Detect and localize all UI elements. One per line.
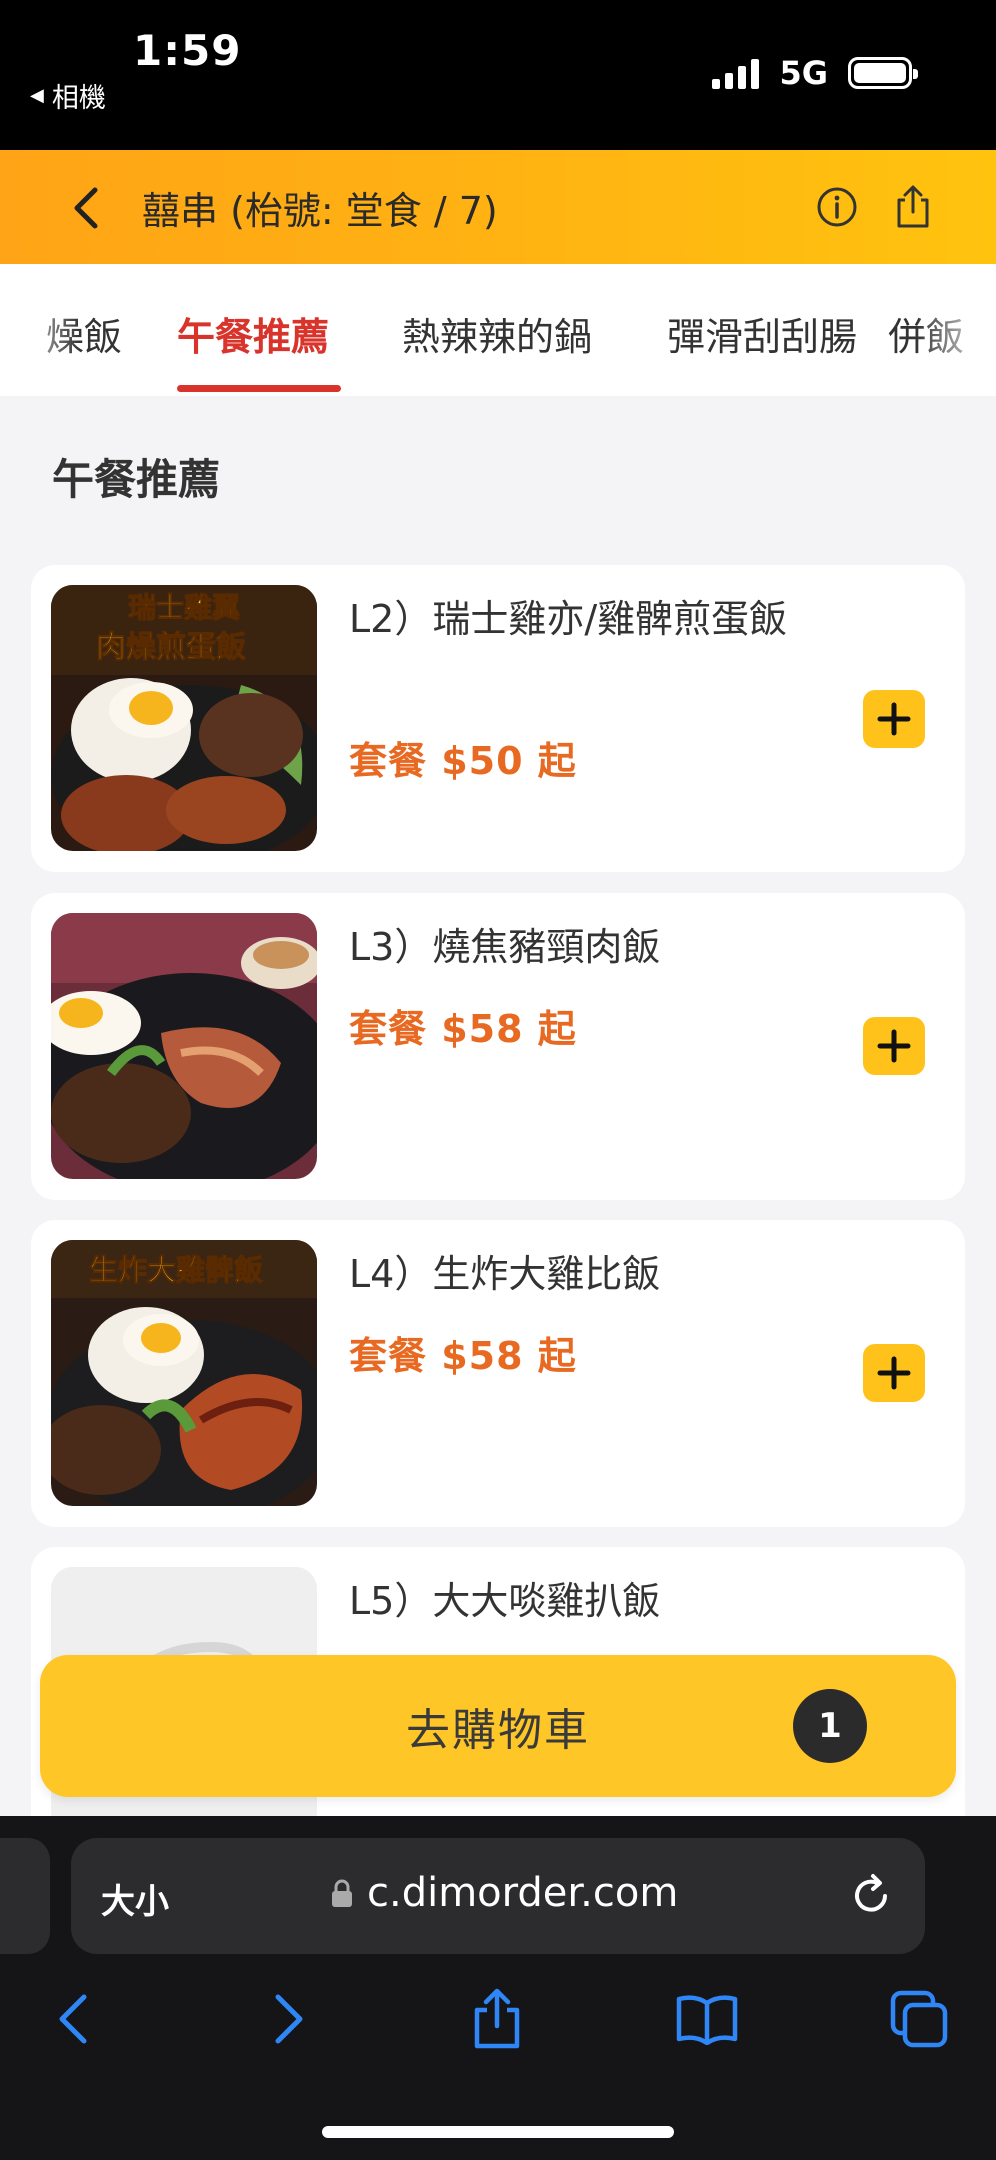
item-name: L3）燒焦豬頸肉飯 [349,925,661,969]
item-name: L5）大大啖雞扒飯 [349,1579,661,1623]
add-to-cart-button[interactable] [863,690,925,748]
battery-icon [848,57,918,89]
tab-lunch-recommend[interactable]: 午餐推薦 [177,306,329,361]
url-display[interactable]: c.dimorder.com [331,1870,678,1916]
menu-content: 午餐推薦 瑞士雞翼 肉燥煎蛋飯 L2）瑞士雞亦/雞髀煎蛋飯 套餐 $50 起 L… [0,396,996,1816]
plus-icon [877,1029,911,1063]
tab-hot-pot[interactable]: 熱辣辣的鍋 [402,306,592,361]
back-app-label: 相機 [51,83,106,114]
image-caption-1: 生炸大雞髀飯 [89,1253,263,1287]
info-icon [817,187,857,227]
back-to-app-link[interactable]: ◀ 相機 [30,76,106,115]
chevron-left-icon [59,1994,87,2044]
plus-icon [877,1356,911,1390]
add-to-cart-button[interactable] [863,1017,925,1075]
status-indicators: 5G [712,54,918,92]
tabs-button[interactable] [884,1984,954,2054]
page-title: 囍串 (枱號: 堂食 / 7) [142,189,498,233]
tabs-fade-left [0,264,80,396]
tab-intestine[interactable]: 彈滑刮刮腸 [667,306,857,361]
item-image-chicken-wing-rice: 瑞士雞翼 肉燥煎蛋飯 [51,585,317,851]
chevron-left-icon [74,187,98,229]
home-indicator [322,2126,674,2138]
book-icon [676,1995,738,2045]
item-image-pork-neck-rice [51,913,317,1179]
reload-icon[interactable] [847,1872,895,1920]
browser-forward-button[interactable] [254,1984,324,2054]
browser-chrome: 大小 c.dimorder.com [0,1816,996,2160]
app-header: 囍串 (枱號: 堂食 / 7) [0,150,996,264]
item-price: 套餐 $58 起 [349,1334,577,1378]
info-button[interactable] [810,180,864,234]
image-caption-2: 肉燥煎蛋飯 [96,630,246,665]
image-caption-1: 瑞士雞翼 [128,591,240,624]
category-tabs: 燥飯 午餐推薦 熱辣辣的鍋 彈滑刮刮腸 併飯 [0,264,996,396]
share-icon [897,185,929,228]
go-to-cart-button[interactable]: 去購物車 1 [40,1655,956,1797]
section-title: 午餐推薦 [52,455,221,504]
url-text: c.dimorder.com [367,1870,679,1916]
back-button[interactable] [56,178,116,238]
tabs-fade-right [916,264,996,396]
bookmarks-button[interactable] [672,1984,742,2054]
plus-icon [877,702,911,736]
item-price: 套餐 $58 起 [349,1007,577,1051]
cart-label: 去購物車 [406,1705,590,1756]
chevron-right-icon [275,1994,303,2044]
share-icon [474,1988,520,2049]
menu-item-card[interactable]: 瑞士雞翼 肉燥煎蛋飯 L2）瑞士雞亦/雞髀煎蛋飯 套餐 $50 起 [31,565,965,872]
lock-icon [332,1879,352,1907]
browser-share-button[interactable] [462,1984,532,2054]
item-name: L2）瑞士雞亦/雞髀煎蛋飯 [349,597,788,641]
browser-back-button[interactable] [38,1984,108,2054]
active-tab-indicator [177,385,341,392]
add-to-cart-button[interactable] [863,1344,925,1402]
item-image-fried-chicken-leg-rice: 生炸大雞髀飯 [51,1240,317,1506]
address-bar[interactable]: 大小 c.dimorder.com [71,1838,925,1954]
share-button[interactable] [886,180,940,234]
cart-count-badge: 1 [793,1689,867,1763]
cellular-signal-icon [712,57,760,89]
menu-item-card[interactable]: 生炸大雞髀飯 L4）生炸大雞比飯 套餐 $58 起 [31,1220,965,1527]
tabs-icon [890,1990,948,2048]
item-name: L4）生炸大雞比飯 [349,1252,661,1296]
previous-tab-peek[interactable] [0,1838,50,1954]
text-size-button[interactable]: 大小 [101,1874,169,1923]
status-time: 1:59 [133,26,242,75]
back-triangle-icon: ◀ [30,85,44,106]
item-price: 套餐 $50 起 [349,739,577,783]
network-type: 5G [779,54,828,92]
status-bar: 1:59 ◀ 相機 5G [0,0,996,150]
menu-item-card[interactable]: L3）燒焦豬頸肉飯 套餐 $58 起 [31,893,965,1200]
